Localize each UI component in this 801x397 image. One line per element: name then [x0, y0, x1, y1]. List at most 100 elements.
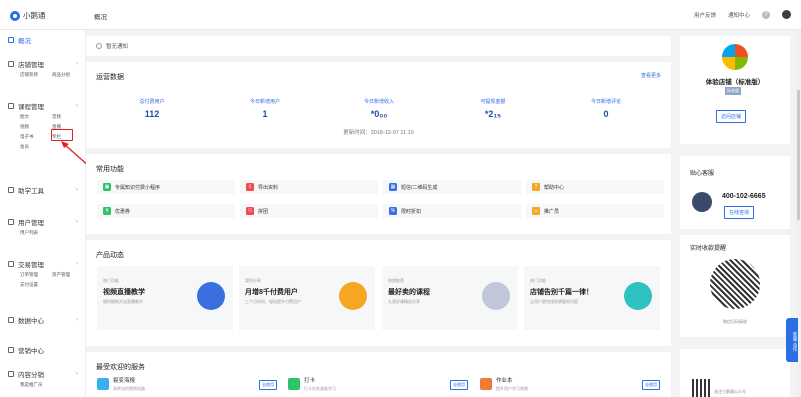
stat-new-income-today: 今日新增收入 *0₀₀ — [324, 98, 434, 119]
shop-name: 体验店铺（标准版） — [705, 79, 765, 86]
support-phone: 400-102-6665 — [722, 193, 766, 200]
func-label: 短信/二维码生成 — [401, 184, 438, 191]
distribution-icon — [8, 371, 14, 377]
chevron-right-icon: › — [76, 317, 78, 323]
nav-overview[interactable]: 概况 — [0, 34, 86, 46]
notification-center-link[interactable]: 通知中心 — [728, 11, 750, 19]
top-bar: 小鹅通 概况 用户反馈 通知中心 ? — [0, 0, 801, 30]
stat-label: 今日新增收入 — [363, 99, 394, 105]
scrollbar-thumb[interactable] — [797, 90, 800, 220]
nav-marketing-center[interactable]: 营销中心 — [0, 344, 86, 356]
service-poster[interactable]: 裂变海报 高转化的营销利器 去使用 — [97, 374, 277, 394]
user-avatar[interactable] — [782, 10, 791, 19]
nav-sub-shop-decor[interactable]: 店铺装修 — [20, 72, 52, 78]
nav-label: 数据中心 — [18, 318, 44, 325]
support-agent-avatar — [692, 192, 712, 212]
discount-icon: % — [389, 207, 397, 215]
stat-label: 今日新增用户 — [249, 99, 280, 105]
qrcode-icon: ▦ — [389, 183, 397, 191]
export-icon: ⇩ — [246, 183, 254, 191]
services-card: 最受欢迎的服务 裂变海报 高转化的营销利器 去使用 打卡 打卡任务激励学习 去使用 … — [86, 352, 671, 397]
nav-sub-payment-settings[interactable]: 支付设置 — [20, 282, 52, 288]
marketing-icon — [8, 347, 14, 353]
nav-study-tools[interactable]: 助学工具 › — [0, 184, 86, 196]
func-label: 专属知识付费小程序 — [115, 184, 161, 191]
service-use-button[interactable]: 去使用 — [642, 380, 660, 390]
course-illustration-icon — [482, 282, 510, 310]
feedback-link[interactable]: 用户反馈 — [694, 11, 716, 19]
nav-user-management[interactable]: 用户管理 › 用户列表 — [0, 216, 86, 238]
service-title: 作业本 — [496, 378, 513, 384]
product-sub: 随时随地开启直播教学 — [103, 299, 143, 304]
live-illustration-icon — [197, 282, 225, 310]
chevron-right-icon: › — [76, 61, 78, 67]
nav-sub-promoter[interactable]: 我是推广员 — [20, 382, 52, 388]
homework-icon — [480, 378, 492, 390]
visit-shop-button[interactable]: 访问店铺 — [716, 110, 747, 123]
nav-trade-management[interactable]: 交易管理 › 订单管理 资产管理 支付设置 — [0, 258, 86, 290]
func-promoter[interactable]: ☺ 推广员 — [526, 204, 664, 218]
data-center-icon — [8, 317, 14, 323]
study-tools-icon — [8, 187, 14, 193]
func-qrcode[interactable]: ▦ 短信/二维码生成 — [383, 180, 521, 194]
product-card-best-course[interactable]: 热销推荐 最好卖的课程 九类好课精选分享 — [382, 266, 518, 330]
func-group-buy[interactable]: ⚇ 拼团 — [240, 204, 378, 218]
overview-icon — [8, 37, 14, 43]
nav-sub-article[interactable]: 图文 — [20, 114, 52, 120]
checkin-icon — [288, 378, 300, 390]
service-homework[interactable]: 作业本提升用户学习效果 去使用 — [480, 374, 660, 394]
func-flash-discount[interactable]: % 限时折扣 — [383, 204, 521, 218]
mini-program-icon: ▣ — [103, 183, 111, 191]
nav-shop-management[interactable]: 店铺管理 › 店铺装修 商品分组 — [0, 58, 86, 80]
func-help-center[interactable]: ? 帮助中心 — [526, 180, 664, 194]
nav-sub-video[interactable]: 视频 — [20, 124, 52, 130]
func-coupon[interactable]: ¥ 优惠券 — [97, 204, 235, 218]
shop-avatar — [722, 44, 748, 70]
nav-label: 内容分销 — [18, 372, 44, 379]
promo-card: 关注小鹅通公众号 — [680, 349, 790, 397]
trade-icon — [8, 261, 14, 267]
nav-sub-user-list[interactable]: 用户列表 — [20, 230, 52, 236]
service-desc: 高转化的营销利器 — [113, 386, 145, 391]
nav-sub-orders[interactable]: 订单管理 — [20, 272, 52, 278]
stat-withdrawable: 可提现金额 *2₁₅ — [438, 98, 548, 119]
stat-total-paid-users: 总付费用户 112 — [97, 98, 207, 119]
func-export[interactable]: ⇩ 导出资料 — [240, 180, 378, 194]
brand-logo[interactable]: 小鹅通 — [10, 10, 46, 21]
coupon-icon: ¥ — [103, 207, 111, 215]
product-card-growth[interactable]: 案例分享 月增8千付费用户 三个月时间，轻松提升付费用户 — [239, 266, 375, 330]
product-card-live[interactable]: 热门功能 视频直播教学 随时随地开启直播教学 — [97, 266, 233, 330]
nav-sub-audio[interactable]: 音频 — [52, 114, 84, 120]
help-icon[interactable]: ? — [762, 10, 770, 19]
online-consult-button[interactable]: 在线咨询 — [724, 206, 755, 219]
product-news-title: 产品动态 — [96, 252, 124, 259]
product-title: 月增8千付费用户 — [245, 289, 298, 296]
nav-sub-assets[interactable]: 资产管理 — [52, 272, 84, 278]
service-use-button[interactable]: 去使用 — [450, 380, 468, 390]
nav-data-center[interactable]: 数据中心 › — [0, 314, 86, 326]
func-label: 优惠券 — [115, 208, 131, 215]
floating-service-button[interactable]: 客服·合作 — [786, 318, 798, 362]
func-mini-program[interactable]: ▣ 专属知识付费小程序 — [97, 180, 235, 194]
product-tag: 案例分享 — [245, 278, 261, 283]
stat-value: 0 — [603, 109, 609, 119]
product-card-shop-design[interactable]: 热门功能 店铺告别千篇一律！ 让用户更快找到想要的内容 — [524, 266, 660, 330]
nav-sub-member[interactable]: 会员 — [20, 144, 52, 150]
nav-sub-ebook[interactable]: 电子书 — [20, 134, 52, 140]
qrcode-caption: 微信扫码接收 — [723, 319, 747, 324]
update-time: 更新时间：2018-12-07 11:10 — [343, 130, 414, 136]
functions-card: 常用功能 ▣ 专属知识付费小程序 ⇩ 导出资料 ▦ 短信/二维码生成 ? 帮助中心 ¥ 优… — [86, 154, 671, 234]
service-checkin[interactable]: 打卡 打卡任务激励学习 去使用 — [288, 374, 468, 394]
service-desc: 提升用户学习效果 — [496, 386, 528, 391]
ops-more-link[interactable]: 查看更多 — [641, 72, 661, 79]
func-label: 限时折扣 — [401, 208, 422, 215]
nav-label: 助学工具 — [18, 188, 44, 195]
nav-content-distribution[interactable]: 内容分销 › 我是推广员 — [0, 368, 86, 390]
course-icon — [8, 103, 14, 109]
user-icon — [8, 219, 14, 225]
money-bag-icon — [339, 282, 367, 310]
service-title: 打卡 — [304, 378, 316, 384]
promo-qrcode — [692, 379, 710, 397]
service-use-button[interactable]: 去使用 — [259, 380, 277, 390]
nav-sub-product-group[interactable]: 商品分组 — [52, 72, 84, 78]
